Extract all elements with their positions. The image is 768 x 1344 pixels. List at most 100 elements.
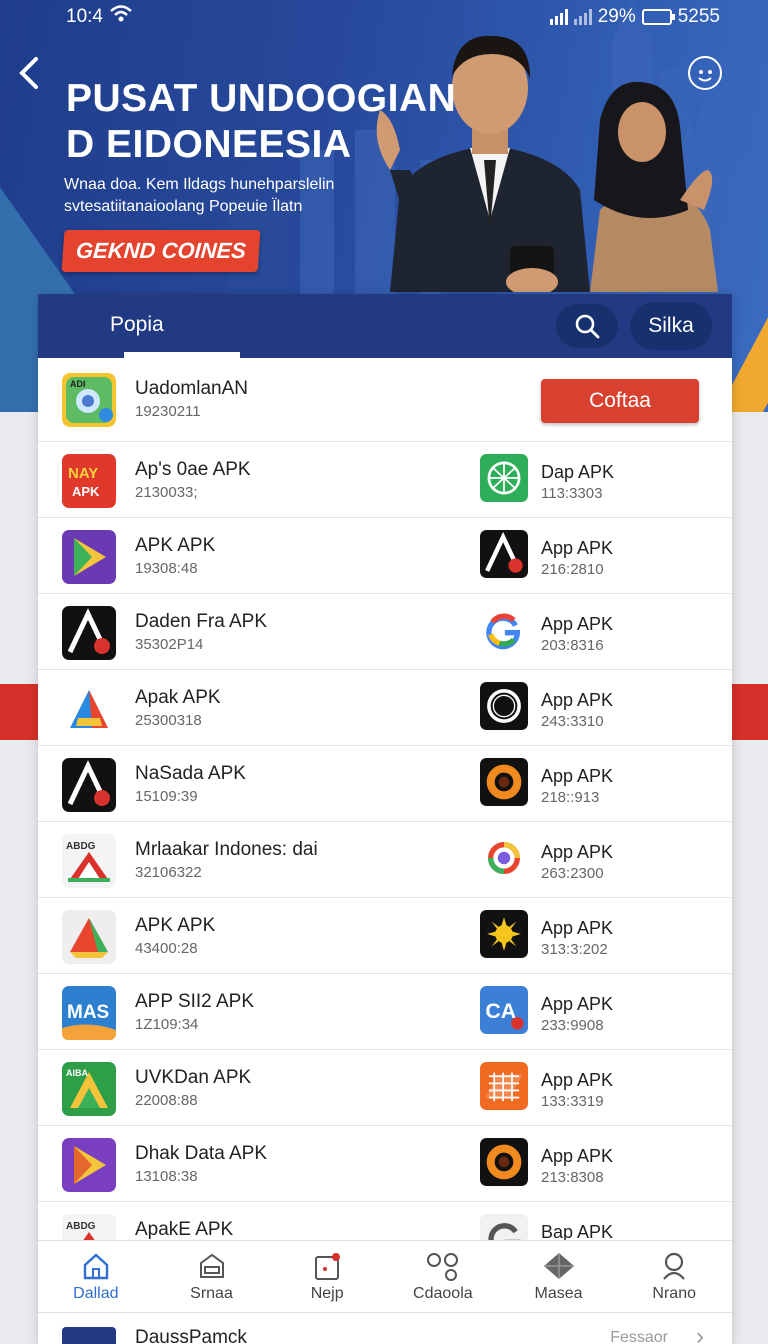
table-row: Apak APK 25300318 App APK 243:3310	[38, 670, 732, 746]
featured-app-row[interactable]: ADI UadomlanAN 19230211 Coftaa	[38, 358, 732, 442]
battery-icon	[641, 9, 675, 25]
app-size: 15109:39	[135, 788, 198, 805]
app-size: 233:9908	[541, 1017, 604, 1034]
app-name: App APK	[541, 918, 614, 938]
circles-icon	[426, 1253, 458, 1281]
app-size: 22008:88	[135, 1092, 198, 1109]
app-name: App APK	[541, 690, 614, 710]
green-globe-icon	[480, 454, 528, 502]
nav-label-cdaoola: Cdaoola	[413, 1285, 473, 1302]
app-name: App APK	[541, 1070, 614, 1090]
nav-label-nejp: Nejp	[310, 1285, 344, 1302]
peek-row[interactable]: DaussPamck Fessaor ›	[38, 1312, 732, 1344]
peek-app-icon	[62, 1327, 116, 1344]
table-row: AIBA UVKDan APK 22008:88 App APK 133:3319	[38, 1050, 732, 1126]
peek-right-text: Fessaor	[610, 1329, 668, 1344]
status-bar: 10:4 29% 5255	[0, 4, 768, 30]
wifi-icon	[110, 5, 132, 22]
nav-label-dallad: Dallad	[73, 1285, 119, 1302]
diamond-icon	[543, 1253, 574, 1279]
app-size: 25300318	[135, 712, 202, 729]
nav-nejp[interactable]: Nejp	[269, 1241, 385, 1312]
nav-masea[interactable]: Masea	[501, 1241, 617, 1312]
app-size: 35302P14	[135, 636, 204, 653]
svg-text:ADI: ADI	[70, 379, 86, 389]
app-name: Ap's 0ae APK	[135, 459, 251, 480]
nav-nrano[interactable]: Nrano	[616, 1241, 732, 1312]
app-size: 216:2810	[541, 561, 604, 578]
ca-icon: CA	[480, 986, 528, 1034]
featured-app-name: UadomlanAN	[135, 378, 248, 399]
app-name: APK APK	[135, 915, 216, 936]
app-name: Dap APK	[541, 462, 615, 482]
orange-grid-icon	[480, 1062, 528, 1110]
hero-subtitle-line-1: Wnaa doa. Kem Ildags hunehparslelin	[64, 176, 335, 193]
sun-icon	[480, 910, 528, 958]
chevron-left-icon	[19, 57, 38, 89]
drive-icon	[62, 910, 116, 964]
hero-cta-button[interactable]: GEKND COINES	[61, 230, 261, 272]
app-name: NaSada APK	[135, 763, 246, 784]
signal-icon-2	[573, 9, 592, 25]
hero-subtitle-line-2: svtesatiitanaioolang Popeuie Ïlatn	[64, 198, 303, 215]
table-row: NaSada APK 15109:39 App APK 218::913	[38, 746, 732, 822]
app-size: 133:3319	[541, 1093, 604, 1110]
mas-icon: MAS	[62, 986, 116, 1040]
coftaa-button[interactable]: Coftaa	[541, 379, 699, 423]
search-button[interactable]	[556, 304, 618, 348]
signal-icon	[549, 9, 568, 25]
google-g-icon	[480, 606, 528, 654]
nav-label-nrano: Nrano	[652, 1285, 696, 1302]
black-a-icon	[480, 530, 528, 578]
app-name: UVKDan APK	[135, 1067, 252, 1088]
search-icon	[575, 314, 600, 339]
svg-text:CA: CA	[485, 999, 516, 1023]
app-size: 32106322	[135, 864, 202, 881]
woman-presenter-image	[590, 81, 718, 292]
app-name: ApakE APK	[135, 1219, 234, 1240]
nay-apk-icon: NAY APK	[62, 454, 116, 508]
chevron-right-icon: ›	[696, 1323, 704, 1344]
home-icon	[83, 1253, 109, 1280]
app-name: App APK	[541, 1146, 614, 1166]
tab-popia[interactable]: Popia	[110, 313, 164, 337]
app-size: 43400:28	[135, 940, 198, 957]
black-a-icon	[62, 606, 116, 660]
play-store-icon	[62, 530, 116, 584]
table-row: Daden Fra APK 35302P14 App APK 203:8316	[38, 594, 732, 670]
nav-srnaa[interactable]: Srnaa	[154, 1241, 270, 1312]
table-row: NAY APK Ap's 0ae APK 2130033; Dap APK 113:330…	[38, 442, 732, 518]
profile-icon	[663, 1252, 686, 1280]
profile-button[interactable]	[688, 56, 722, 90]
hero-subtitle: Wnaa doa. Kem Ildags hunehparslelin svte…	[64, 174, 394, 218]
nav-label-masea: Masea	[534, 1285, 583, 1302]
silka-button[interactable]: Silka	[630, 302, 712, 350]
app-name: App APK	[541, 994, 614, 1014]
nav-cdaoola[interactable]: Cdaoola	[385, 1241, 501, 1312]
battery-percent: 29%	[597, 6, 636, 27]
app-name: APK APK	[135, 535, 216, 556]
ring-icon	[480, 682, 528, 730]
face-icon	[698, 77, 712, 82]
app-size: 2130033;	[135, 484, 198, 501]
abdg-icon: ABDG	[62, 834, 116, 888]
app-size: 213:8308	[541, 1169, 604, 1186]
table-row: ABDG Mrlaakar Indones: dai 32106322 App APK…	[38, 822, 732, 898]
card-header: Popia Silka	[38, 294, 732, 358]
nav-dallad[interactable]: Dallad	[38, 1241, 154, 1312]
svg-text:AIBA: AIBA	[66, 1068, 88, 1078]
app-name: App APK	[541, 766, 614, 786]
app-size: 243:3310	[541, 713, 604, 730]
store-icon	[199, 1253, 224, 1278]
status-time: 10:4	[66, 6, 103, 27]
back-button[interactable]	[18, 56, 48, 96]
peek-app-name: DaussPamck	[135, 1327, 247, 1344]
app-name: Dhak Data APK	[135, 1143, 268, 1164]
table-row: APK APK 19308:48 App APK 216:2810	[38, 518, 732, 594]
app-size: 203:8316	[541, 637, 604, 654]
orange-ring-icon	[480, 1138, 528, 1186]
app-size: 113:3303	[541, 485, 603, 502]
colorful-a-icon	[62, 682, 116, 736]
app-size: 1Z109:34	[135, 1016, 199, 1033]
svg-text:ABDG: ABDG	[66, 1221, 96, 1232]
